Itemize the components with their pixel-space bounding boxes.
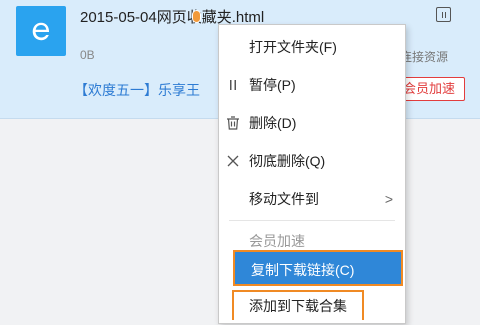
pause-icon: [226, 78, 240, 92]
trash-icon: [226, 116, 240, 130]
ie-file-icon: [16, 6, 66, 56]
pause-bar-left: [441, 11, 443, 18]
menu-item-label: 删除(D): [249, 115, 297, 131]
callout-outline: [232, 290, 364, 320]
pause-button[interactable]: [436, 7, 451, 22]
mouse-cursor: [192, 10, 201, 23]
context-menu: 打开文件夹(F) 暂停(P) 删除(D) 彻底删除(Q) 移动文件到 > 会员加…: [218, 24, 406, 324]
menu-delete[interactable]: 删除(D): [219, 104, 405, 142]
menu-move-file[interactable]: 移动文件到 >: [219, 180, 405, 218]
close-icon: [226, 154, 240, 168]
promo-link[interactable]: 【欢度五一】乐享王: [74, 80, 200, 100]
menu-item-label: 复制下载链接(C): [251, 262, 355, 278]
menu-delete-permanently[interactable]: 彻底删除(Q): [219, 142, 405, 180]
menu-divider: [229, 220, 395, 221]
menu-item-label: 打开文件夹(F): [249, 39, 337, 55]
menu-item-label: 彻底删除(Q): [249, 153, 326, 169]
menu-item-label: 移动文件到: [249, 191, 319, 207]
menu-open-folder[interactable]: 打开文件夹(F): [219, 28, 405, 66]
chevron-right-icon: >: [384, 191, 393, 207]
pause-bar-right: [444, 11, 446, 18]
file-size: 0B: [80, 48, 95, 62]
connect-resource-label: 连接资源: [400, 50, 449, 64]
menu-pause[interactable]: 暂停(P): [219, 66, 405, 104]
menu-item-label: 暂停(P): [249, 77, 296, 93]
menu-copy-download-link[interactable]: 复制下载链接(C): [233, 250, 403, 286]
